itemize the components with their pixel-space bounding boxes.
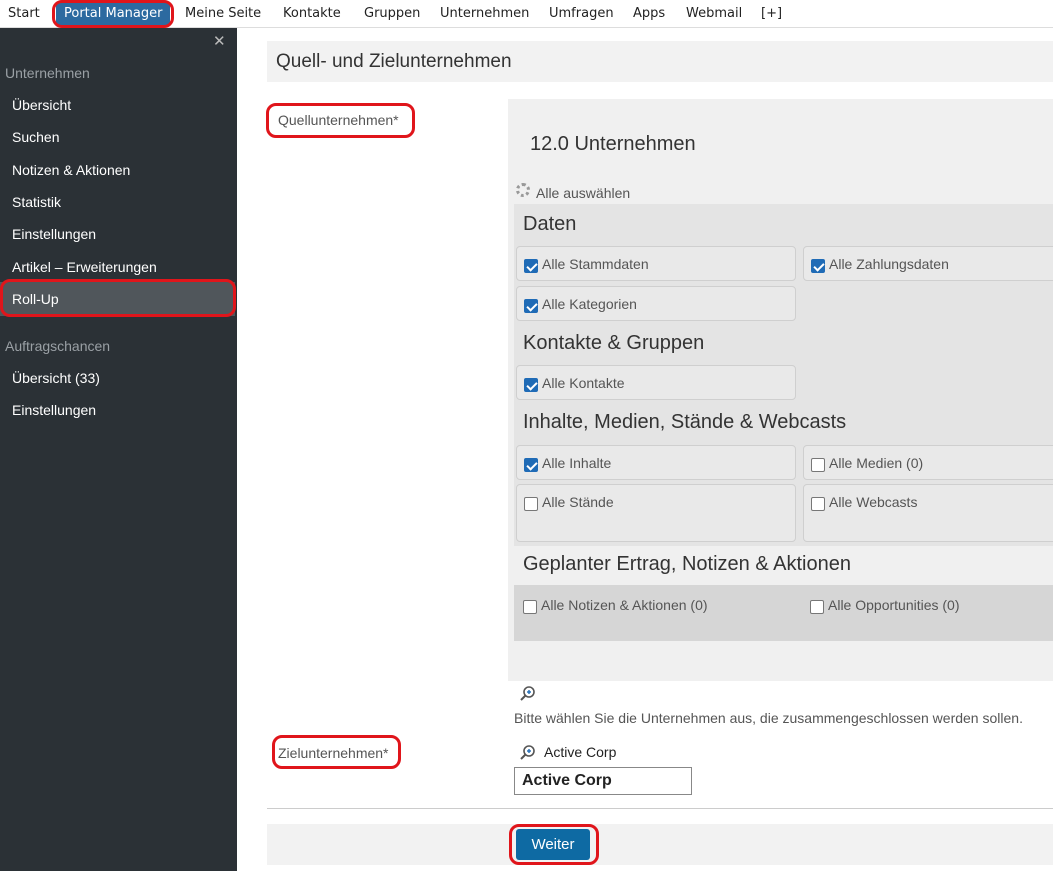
option-label: Alle Inhalte (542, 455, 612, 471)
nav-gruppen[interactable]: Gruppen (364, 0, 420, 28)
option-stammdaten[interactable]: Alle Stammdaten (516, 246, 796, 281)
autocomplete-suggestion[interactable]: Active Corp (514, 767, 692, 795)
weiter-button[interactable]: Weiter (516, 829, 590, 860)
target-label: Zielunternehmen* (278, 745, 389, 761)
close-icon[interactable]: ✕ (213, 32, 226, 50)
option-medien[interactable]: Alle Medien (0) (803, 445, 1053, 480)
option-label: Alle Kategorien (542, 296, 637, 312)
nav-portal-manager[interactable]: Portal Manager (56, 2, 171, 26)
sidebar-item-artikel[interactable]: Artikel – Erweiterungen (12, 259, 157, 275)
checkbox[interactable] (524, 378, 538, 392)
sidebar-item-statistik[interactable]: Statistik (12, 194, 61, 210)
sidebar-item-einstellungen[interactable]: Einstellungen (12, 226, 96, 242)
option-inhalte[interactable]: Alle Inhalte (516, 445, 796, 480)
footer-bar (267, 824, 1053, 865)
checkbox[interactable] (811, 458, 825, 472)
section-inhalte-title: Inhalte, Medien, Stände & Webcasts (523, 411, 847, 433)
option-label: Alle Notizen & Aktionen (0) (541, 597, 708, 613)
checkbox[interactable] (810, 600, 824, 614)
option-staende[interactable]: Alle Stände (516, 484, 796, 542)
source-search-input[interactable] (514, 681, 692, 708)
option-opportunities[interactable]: Alle Opportunities (0) (803, 588, 1053, 623)
nav-webmail[interactable]: Webmail (686, 0, 742, 28)
option-kategorien[interactable]: Alle Kategorien (516, 286, 796, 321)
gear-icon (516, 183, 530, 197)
nav-apps[interactable]: Apps (633, 0, 665, 28)
section-ertrag-title: Geplanter Ertrag, Notizen & Aktionen (523, 553, 851, 575)
source-label: Quellunternehmen* (278, 112, 399, 128)
option-label: Alle Medien (0) (829, 455, 924, 471)
page-title: Quell- und Zielunternehmen (276, 51, 512, 72)
option-label: Alle Opportunities (0) (828, 597, 960, 613)
section-kontakte-title: Kontakte & Gruppen (523, 332, 705, 354)
section-daten-title: Daten (523, 213, 577, 235)
option-label: Alle Zahlungsdaten (829, 256, 949, 272)
option-kontakte[interactable]: Alle Kontakte (516, 365, 796, 400)
sidebar-item-uebersicht-33[interactable]: Übersicht (33) (12, 370, 100, 386)
nav-unternehmen[interactable]: Unternehmen (440, 0, 529, 28)
sidebar-section-unternehmen: Unternehmen (5, 65, 90, 81)
checkbox[interactable] (524, 259, 538, 273)
nav-meine-seite[interactable]: Meine Seite (185, 0, 261, 28)
top-navigation: Start Portal Manager Meine Seite Kontakt… (0, 0, 1053, 28)
nav-add[interactable]: [+] (761, 0, 782, 28)
sidebar-section-auftragschancen: Auftragschancen (5, 338, 111, 354)
option-zahlungsdaten[interactable]: Alle Zahlungsdaten (803, 246, 1053, 281)
target-search-field[interactable] (514, 740, 692, 767)
option-label: Alle Stände (542, 494, 614, 510)
option-notizen[interactable]: Alle Notizen & Aktionen (0) (516, 588, 796, 623)
search-icon (520, 745, 535, 760)
sidebar-item-uebersicht[interactable]: Übersicht (12, 97, 71, 113)
sidebar-item-einstellungen-2[interactable]: Einstellungen (12, 402, 96, 418)
select-all-link[interactable]: Alle auswählen (536, 185, 630, 201)
sidebar-item-rollup[interactable]: Roll-Up (12, 291, 59, 307)
option-label: Alle Kontakte (542, 375, 625, 391)
checkbox[interactable] (811, 497, 825, 511)
search-icon (520, 686, 535, 701)
option-webcasts[interactable]: Alle Webcasts (803, 484, 1053, 542)
nav-kontakte[interactable]: Kontakte (283, 0, 341, 28)
hint-text: Bitte wählen Sie die Unternehmen aus, di… (514, 710, 1023, 726)
suggestion-label: Active Corp (522, 772, 612, 789)
option-label: Alle Stammdaten (542, 256, 649, 272)
target-search-input[interactable] (544, 744, 684, 760)
panel-title: 12.0 Unternehmen (530, 133, 696, 155)
nav-umfragen[interactable]: Umfragen (549, 0, 614, 28)
divider (267, 808, 1053, 809)
checkbox[interactable] (524, 458, 538, 472)
nav-start[interactable]: Start (8, 0, 40, 28)
sidebar-item-notizen[interactable]: Notizen & Aktionen (12, 162, 130, 178)
checkbox[interactable] (811, 259, 825, 273)
checkbox[interactable] (523, 600, 537, 614)
sidebar-item-suchen[interactable]: Suchen (12, 129, 59, 145)
option-label: Alle Webcasts (829, 494, 918, 510)
sidebar: ✕ Unternehmen Übersicht Suchen Notizen &… (0, 28, 237, 871)
checkbox[interactable] (524, 299, 538, 313)
checkbox[interactable] (524, 497, 538, 511)
